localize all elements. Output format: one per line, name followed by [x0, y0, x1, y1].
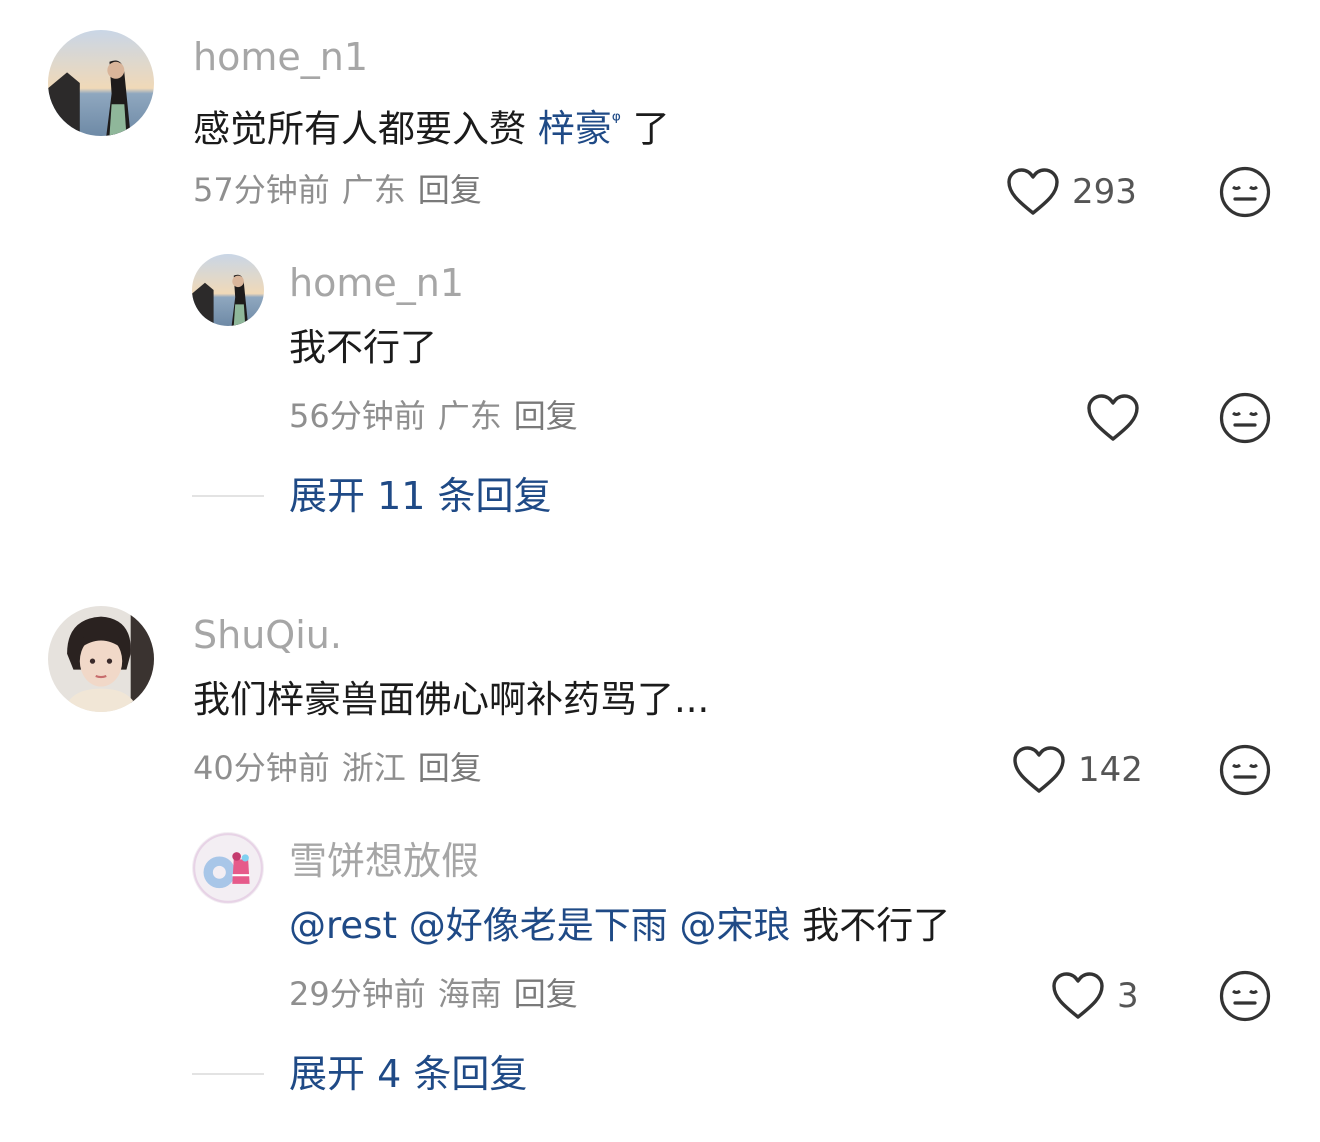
avatar-home-n1[interactable]	[48, 30, 154, 136]
reply-time: 56分钟前	[289, 397, 426, 435]
like-count: 293	[1072, 172, 1137, 212]
comment-text-part: 感觉所有人都要入赘	[193, 107, 538, 151]
neutral-face-icon	[1219, 744, 1271, 796]
reply-button[interactable]: 回复	[514, 975, 578, 1013]
avatar-shuqiu[interactable]	[48, 606, 154, 712]
reply-button[interactable]: 回复	[418, 171, 482, 209]
mention-link[interactable]: @宋琅	[679, 904, 790, 947]
expand-replies-button[interactable]: 展开 11 条回复	[289, 473, 552, 519]
like-button[interactable]: 142	[1012, 742, 1143, 798]
reply-text: @rest @好像老是下雨 @宋琅 我不行了	[289, 902, 950, 950]
reply-location: 海南	[437, 975, 502, 1013]
reply-text-part: 我不行了	[802, 904, 951, 947]
avatar-image	[48, 606, 154, 712]
dislike-button[interactable]	[1219, 970, 1271, 1022]
avatar-image	[48, 30, 154, 136]
reply-text: 我不行了	[289, 326, 437, 369]
avatar-image	[192, 254, 264, 326]
dislike-button[interactable]	[1219, 166, 1271, 218]
comment-time: 40分钟前	[193, 749, 330, 787]
neutral-face-icon	[1219, 970, 1271, 1022]
like-button[interactable]: 3	[1051, 968, 1139, 1024]
mention-link[interactable]: @rest	[289, 904, 397, 947]
dislike-button[interactable]	[1219, 392, 1271, 444]
like-button[interactable]	[1086, 390, 1152, 446]
avatar-image	[192, 832, 264, 904]
mention-link[interactable]: @好像老是下雨	[409, 904, 668, 947]
avatar-home-n1-reply[interactable]	[192, 254, 264, 326]
expand-divider	[192, 1073, 264, 1075]
reply-meta: 29分钟前 海南 回复	[289, 974, 590, 1014]
comment-meta: 57分钟前 广东 回复	[193, 170, 494, 210]
like-button[interactable]: 293	[1006, 164, 1137, 220]
comment-username[interactable]: ShuQiu.	[193, 612, 342, 658]
reply-username[interactable]: home_n1	[289, 260, 464, 306]
dislike-button[interactable]	[1219, 744, 1271, 796]
comment-meta: 40分钟前 浙江 回复	[193, 748, 494, 788]
heart-outline-icon	[1052, 972, 1104, 1019]
reply-username[interactable]: 雪饼想放假	[289, 838, 479, 884]
expand-divider	[192, 495, 264, 497]
like-count: 3	[1117, 976, 1139, 1016]
search-mark-icon: ᵠ	[611, 109, 621, 134]
reply-button[interactable]: 回复	[418, 749, 482, 787]
comment-location: 浙江	[341, 749, 406, 787]
expand-replies-button[interactable]: 展开 4 条回复	[289, 1051, 527, 1097]
heart-outline-icon	[1087, 394, 1139, 441]
comment-text-part: 了	[620, 107, 670, 151]
heart-outline-icon	[1007, 168, 1059, 215]
search-link[interactable]: 梓豪ᵠ	[538, 107, 621, 150]
neutral-face-icon	[1219, 166, 1271, 218]
comment-text: 感觉所有人都要入赘 梓豪ᵠ 了	[193, 98, 670, 153]
search-link-label: 梓豪	[537, 107, 612, 151]
avatar-xuebing[interactable]	[192, 832, 264, 904]
neutral-face-icon	[1219, 392, 1271, 444]
reply-button[interactable]: 回复	[514, 397, 578, 435]
comment-text: 我们梓豪兽面佛心啊补药骂了...	[193, 678, 710, 721]
heart-outline-icon	[1013, 746, 1065, 793]
like-count: 142	[1078, 750, 1143, 790]
reply-time: 29分钟前	[289, 975, 426, 1013]
comment-list: home_n1 感觉所有人都要入赘 梓豪ᵠ 了 57分钟前广东回复 293	[0, 0, 1320, 1142]
comment-time: 57分钟前	[193, 171, 330, 209]
comment-location: 广东	[341, 171, 406, 209]
reply-location: 广东	[437, 397, 502, 435]
comment-username[interactable]: home_n1	[193, 34, 368, 80]
reply-meta: 56分钟前 广东 回复	[289, 396, 590, 436]
